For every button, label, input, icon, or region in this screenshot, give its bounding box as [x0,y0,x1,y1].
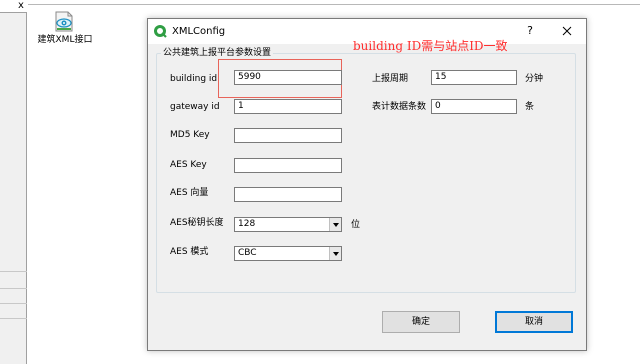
divider [0,271,27,272]
aes-key-length-label: AES秘钥长度 [170,218,224,228]
chevron-down-icon[interactable] [329,247,341,260]
aes-mode-select[interactable]: CBC [234,246,342,261]
table-records-label: 表计数据条数 [372,102,427,112]
left-panel: x [0,0,27,364]
building-id-input[interactable]: 5990 [234,70,342,85]
chevron-down-icon[interactable] [329,218,341,231]
report-period-unit: 分钟 [525,74,544,84]
ok-button[interactable]: 确定 [382,311,460,333]
aes-mode-value: CBC [238,248,257,258]
aes-key-input[interactable] [234,158,342,173]
aes-mode-label: AES 模式 [170,247,209,257]
md5-key-input[interactable] [234,128,342,143]
cancel-button[interactable]: 取消 [495,311,573,333]
group-title: 公共建筑上报平台参数设置 [161,47,274,59]
desktop-shortcut-xml-interface[interactable]: 建筑XML接口 [34,10,94,50]
left-panel-header: x [0,0,27,13]
gateway-id-input[interactable]: 1 [234,99,342,114]
help-button[interactable]: ? [521,23,539,39]
app-icon [153,24,167,38]
md5-key-label: MD5 Key [170,130,210,140]
aes-key-length-select[interactable]: 128 [234,217,342,232]
top-strip [28,0,640,5]
platform-settings-group: 公共建筑上报平台参数设置 [156,47,576,293]
aes-vector-label: AES 向量 [170,188,209,198]
table-records-input[interactable]: 0 [431,99,517,114]
eye-document-icon [52,10,76,32]
left-panel-close-button[interactable]: x [16,0,26,12]
close-button[interactable] [556,22,578,40]
aes-vector-input[interactable] [234,187,342,202]
annotation-note: building ID需与站点ID一致 [353,39,508,53]
aes-key-length-unit: 位 [351,220,361,230]
divider [0,303,27,304]
divider [0,318,27,319]
gateway-id-label: gateway id [170,102,220,112]
xmlconfig-dialog: XMLConfig ? 公共建筑上报平台参数设置 building ID需与站点… [147,18,587,351]
aes-key-label: AES Key [170,160,207,170]
divider [0,288,27,289]
report-period-label: 上报周期 [372,74,409,84]
desktop-shortcut-label: 建筑XML接口 [37,35,93,45]
table-records-unit: 条 [525,102,535,112]
close-icon [562,26,572,39]
report-period-input[interactable]: 15 [431,70,517,85]
building-id-label: building id [170,74,218,84]
dialog-title: XMLConfig [172,26,226,37]
aes-key-length-value: 128 [238,219,256,229]
